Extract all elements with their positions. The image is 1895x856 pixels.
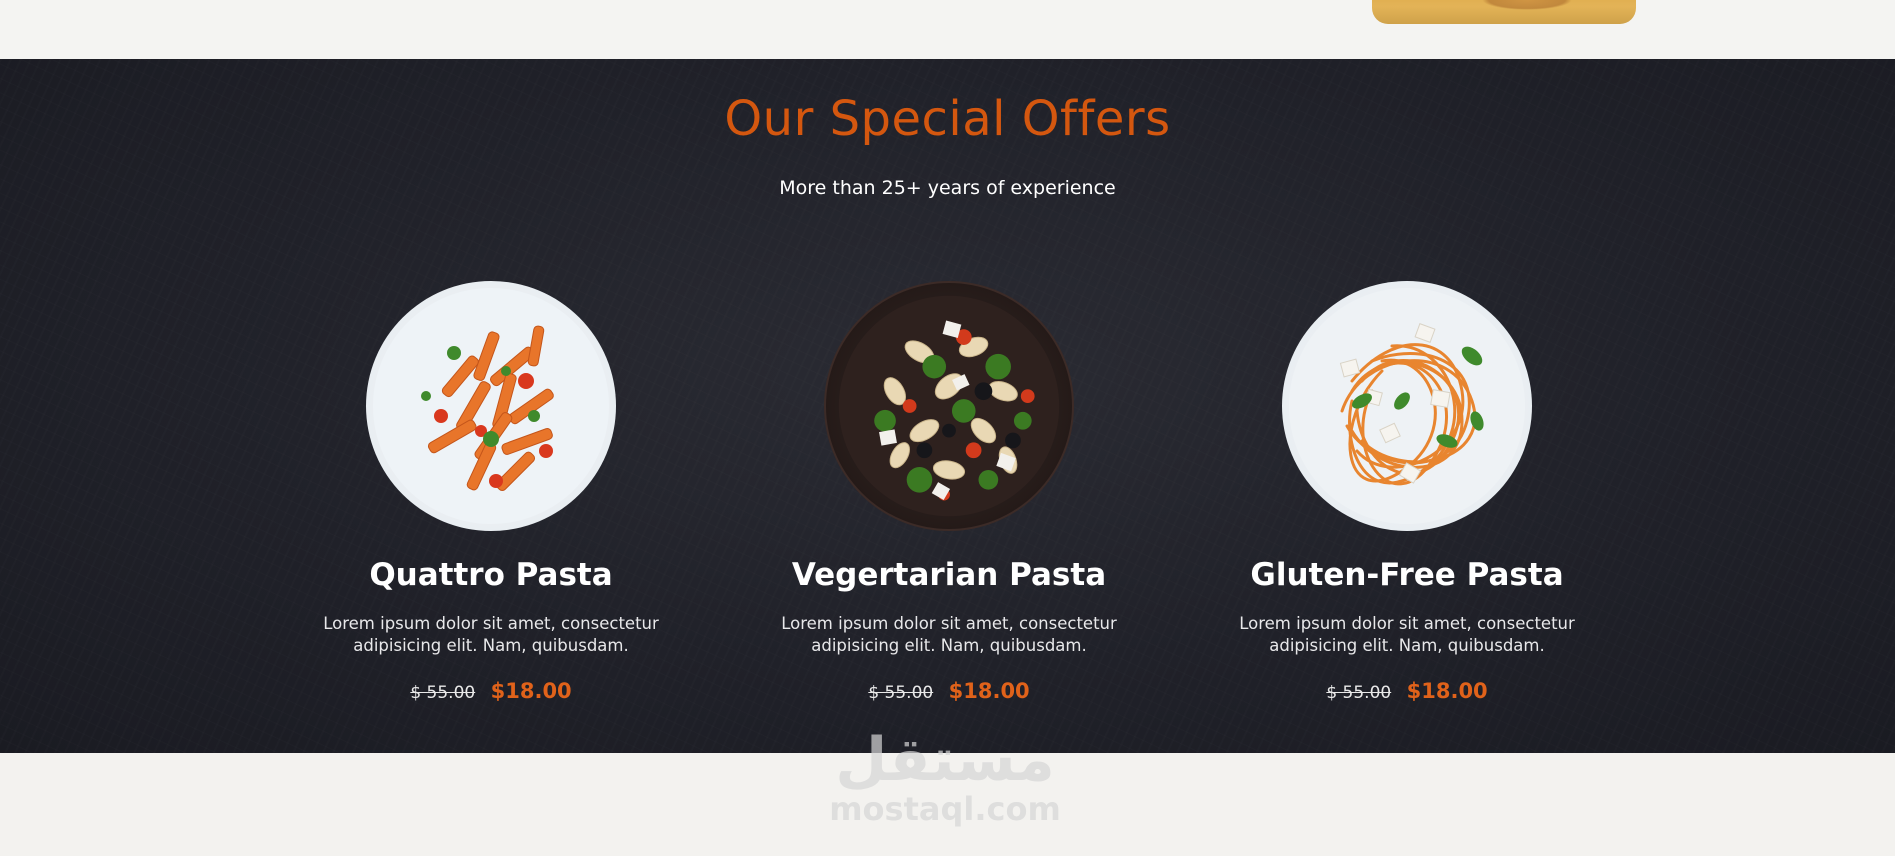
offer-name: Vegertarian Pasta (791, 557, 1107, 593)
offer-card-vegetarian[interactable]: Vegertarian Pasta Lorem ipsum dolor sit … (739, 281, 1159, 703)
spaghetti-plate-image (1282, 281, 1532, 531)
section-subtitle: More than 25+ years of experience (779, 177, 1116, 199)
special-offers-section: Our Special Offers More than 25+ years o… (0, 59, 1895, 753)
new-price: $18.00 (490, 679, 572, 703)
pasta-salad-bowl-image (824, 281, 1074, 531)
offer-description: Lorem ipsum dolor sit amet, consectetur … (1239, 614, 1575, 655)
offer-card-gluten-free[interactable]: Gluten-Free Pasta Lorem ipsum dolor sit … (1197, 281, 1617, 703)
offer-prices: $ 55.00 $18.00 (739, 679, 1159, 703)
old-price: $ 55.00 (1326, 683, 1392, 703)
offer-description: Lorem ipsum dolor sit amet, consectetur … (781, 614, 1117, 655)
previous-section-image (1372, 0, 1636, 24)
penne-pasta-plate-image (366, 281, 616, 531)
old-price: $ 55.00 (410, 683, 476, 703)
offer-name: Gluten-Free Pasta (1250, 557, 1564, 593)
new-price: $18.00 (948, 679, 1030, 703)
offer-name: Quattro Pasta (369, 557, 613, 593)
penne-pasta-graphic (373, 288, 609, 524)
offer-card-quattro[interactable]: Quattro Pasta Lorem ipsum dolor sit amet… (281, 281, 701, 703)
spaghetti-graphic (1289, 288, 1525, 524)
offer-prices: $ 55.00 $18.00 (281, 679, 701, 703)
offer-prices: $ 55.00 $18.00 (1197, 679, 1617, 703)
top-strip (0, 0, 1895, 59)
offer-description: Lorem ipsum dolor sit amet, consectetur … (323, 614, 659, 655)
old-price: $ 55.00 (868, 683, 934, 703)
watermark-text: mostaql.com (829, 790, 1061, 828)
section-title: Our Special Offers (724, 91, 1171, 147)
pasta-salad-graphic (838, 295, 1060, 517)
new-price: $18.00 (1406, 679, 1488, 703)
